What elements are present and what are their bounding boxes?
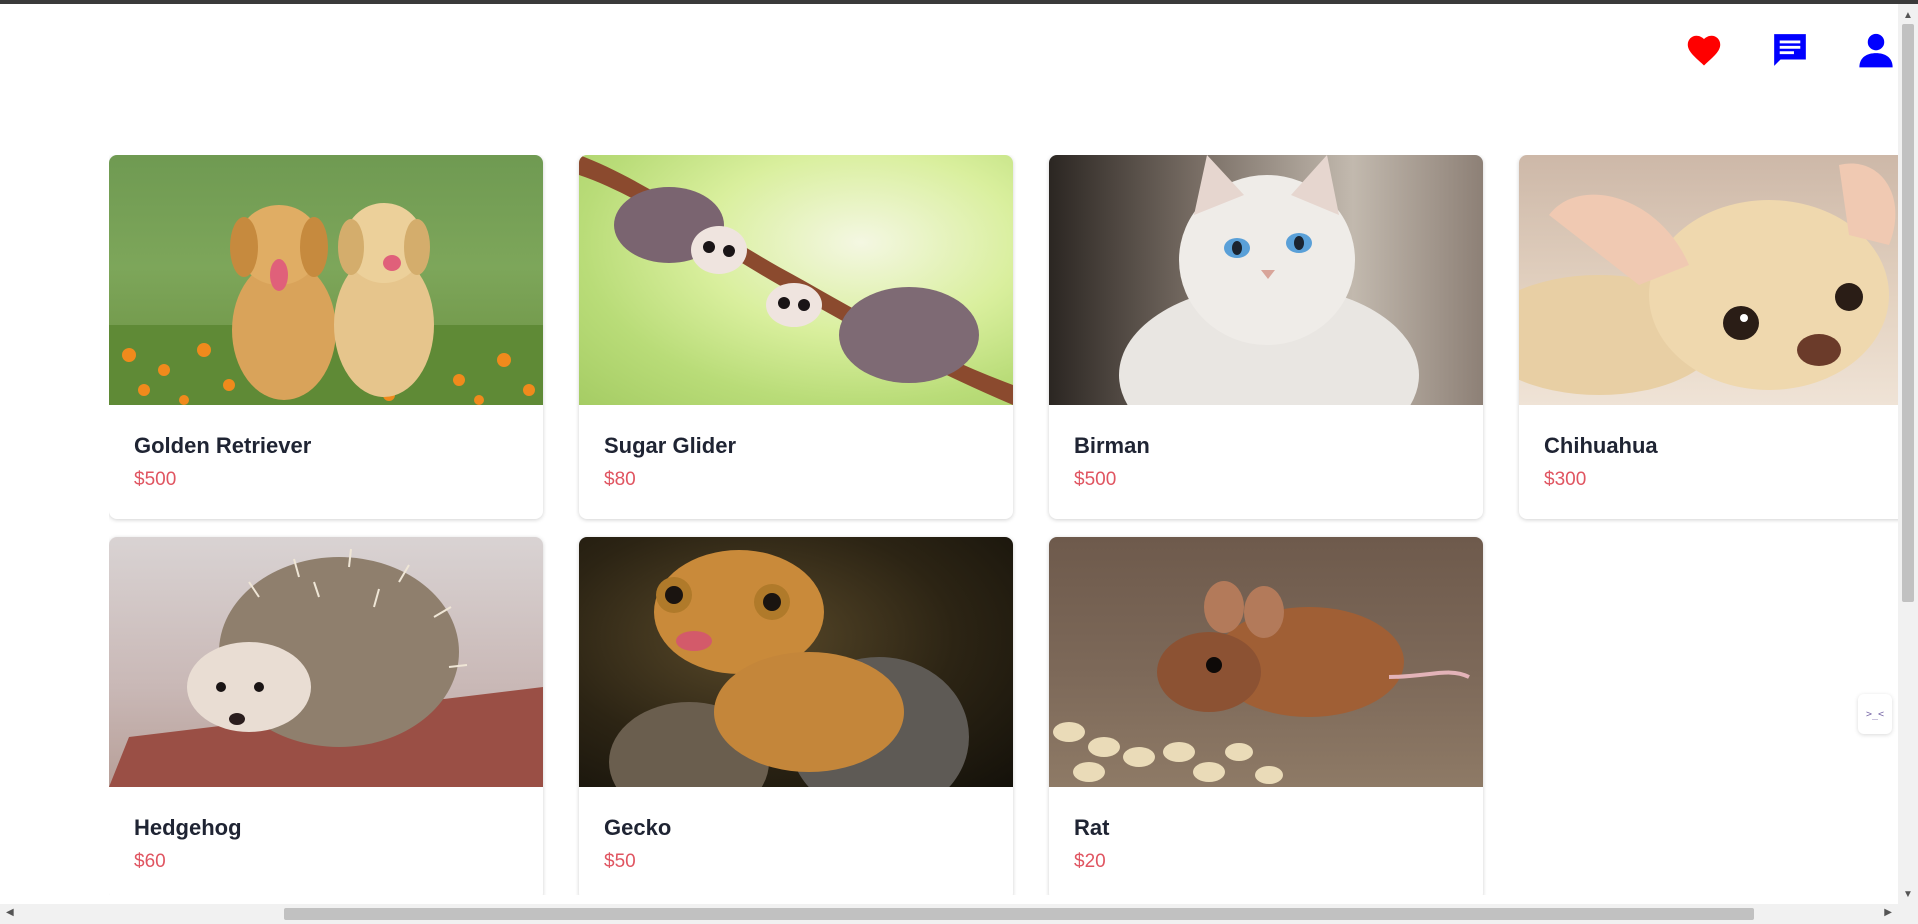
horizontal-scrollbar[interactable]: ◀ ▶: [0, 904, 1918, 924]
pet-name: Rat: [1074, 815, 1110, 840]
vertical-scroll-thumb[interactable]: [1902, 24, 1914, 602]
pet-price: $20: [1074, 851, 1106, 872]
pet-image-rat: [1049, 537, 1483, 787]
pet-card[interactable]: Gecko $50: [579, 537, 1013, 895]
pet-card[interactable]: Sugar Glider $80: [579, 155, 1013, 519]
window-top-border: [0, 0, 1918, 4]
pet-name: Hedgehog: [134, 815, 242, 840]
pet-price: $500: [1074, 469, 1117, 490]
pet-card[interactable]: Birman $500: [1049, 155, 1483, 519]
scroll-down-arrow-icon[interactable]: ▼: [1903, 889, 1913, 900]
widget-label: >_<: [1865, 708, 1885, 720]
pet-price: $300: [1544, 469, 1587, 490]
vertical-scrollbar[interactable]: ▲ ▼: [1898, 4, 1918, 904]
pet-image-chihuahua: [1519, 155, 1899, 405]
pet-card[interactable]: Rat $20: [1049, 537, 1483, 895]
pet-price: $80: [604, 469, 636, 490]
heart-icon[interactable]: [1684, 30, 1724, 70]
pet-card[interactable]: Chihuahua $300: [1519, 155, 1899, 519]
floating-widget-button[interactable]: >_<: [1858, 694, 1892, 734]
chat-icon[interactable]: [1770, 30, 1810, 70]
scroll-left-arrow-icon[interactable]: ◀: [6, 907, 14, 918]
pet-image-sugar-glider: [579, 155, 1013, 405]
pet-name: Gecko: [604, 815, 672, 840]
pet-card[interactable]: Hedgehog $60: [109, 537, 543, 895]
pet-name: Golden Retriever: [134, 433, 312, 458]
pet-image-hedgehog: [109, 537, 543, 787]
pet-grid: Golden Retriever $500 Sugar Glider $80 B…: [109, 155, 1899, 895]
pet-name: Chihuahua: [1544, 433, 1658, 458]
pet-name: Sugar Glider: [604, 433, 737, 458]
pet-price: $50: [604, 851, 636, 872]
pet-card[interactable]: Golden Retriever $500: [109, 155, 543, 519]
pet-image-gecko: [579, 537, 1013, 787]
pet-image-golden-retriever: [109, 155, 543, 405]
horizontal-scroll-thumb[interactable]: [284, 908, 1754, 920]
scroll-right-arrow-icon[interactable]: ▶: [1884, 907, 1892, 918]
pet-image-birman: [1049, 155, 1483, 405]
pet-price: $60: [134, 851, 166, 872]
header-icons: [1684, 30, 1896, 70]
pet-price: $500: [134, 469, 177, 490]
scroll-up-arrow-icon[interactable]: ▲: [1903, 10, 1913, 21]
user-icon[interactable]: [1856, 30, 1896, 70]
pet-name: Birman: [1074, 433, 1150, 458]
